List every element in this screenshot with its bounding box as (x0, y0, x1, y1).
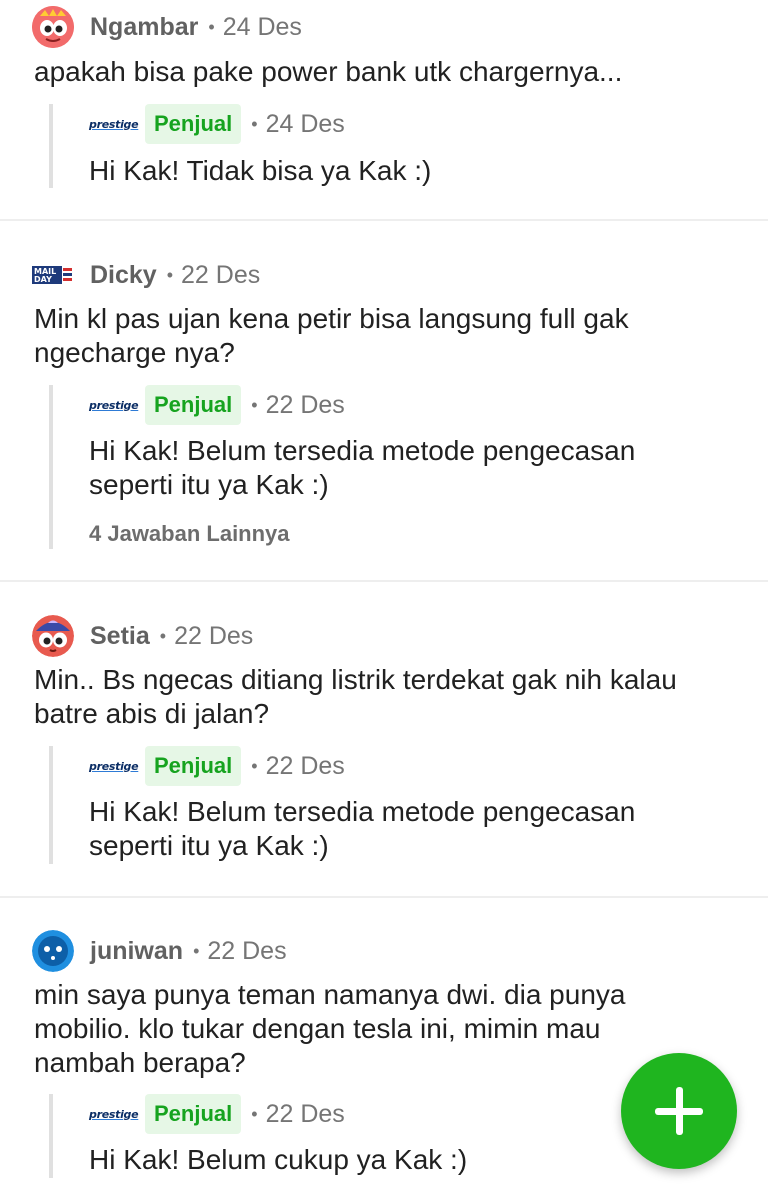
reply-text: Hi Kak! Belum tersedia metode pengecasan… (89, 796, 636, 861)
reply-header: prestige Penjual • 22 Des (89, 385, 345, 425)
comment-header: Ngambar • 24 Des (32, 2, 302, 52)
seller-reply: prestige Penjual • 24 Des Hi Kak! Tidak … (49, 104, 733, 188)
comment-header: juniwan • 22 Des (32, 926, 287, 976)
reply-text: Hi Kak! Tidak bisa ya Kak :) (89, 155, 432, 186)
comment-date: 22 Des (181, 260, 261, 289)
seller-badge: Penjual (145, 104, 242, 144)
separator-dot: • (251, 1103, 258, 1124)
separator-dot: • (208, 16, 215, 37)
reply-date: 22 Des (265, 751, 345, 780)
seller-badge: Penjual (145, 1094, 242, 1134)
add-discussion-button[interactable] (621, 1053, 737, 1169)
comment-header: MAIL DAY Dicky • 22 Des (32, 250, 260, 300)
question-text: min saya punya teman namanya dwi. dia pu… (34, 979, 626, 1078)
username[interactable]: Dicky (90, 261, 157, 290)
reply-text: Hi Kak! Belum cukup ya Kak :) (89, 1144, 468, 1175)
question-text: Min kl pas ujan kena petir bisa langsung… (34, 303, 629, 368)
separator-dot: • (159, 625, 167, 646)
prestige-logo-icon[interactable]: prestige (89, 399, 139, 412)
comment-date: 22 Des (207, 936, 287, 965)
separator-dot: • (251, 113, 258, 134)
question-text: Min.. Bs ngecas ditiang listrik terdekat… (34, 664, 677, 729)
seller-badge: Penjual (145, 746, 242, 786)
comment-date: 24 Des (222, 12, 302, 41)
comment-date: 22 Des (174, 621, 254, 650)
blue-face-avatar-icon[interactable] (32, 930, 74, 972)
separator-dot: • (251, 755, 258, 776)
reply-date: 24 Des (265, 109, 345, 138)
prestige-logo-icon[interactable]: prestige (89, 1108, 139, 1121)
reply-header: prestige Penjual • 22 Des (89, 1094, 345, 1134)
svg-text:DAY: DAY (34, 275, 52, 284)
separator-dot: • (193, 940, 200, 961)
thread-divider (0, 219, 768, 221)
question-text: apakah bisa pake power bank utk chargern… (34, 56, 623, 87)
red-face-avatar-icon[interactable] (32, 615, 74, 657)
reply-text: Hi Kak! Belum tersedia metode pengecasan… (89, 435, 636, 500)
reply-date: 22 Des (265, 390, 345, 419)
thread-divider (0, 896, 768, 898)
thread-divider (0, 580, 768, 582)
mail-day-avatar-icon[interactable]: MAIL DAY (32, 260, 74, 290)
seller-reply: prestige Penjual • 22 Des Hi Kak! Belum … (49, 385, 733, 549)
username[interactable]: juniwan (90, 937, 183, 966)
username[interactable]: Setia (90, 622, 150, 651)
prestige-logo-icon[interactable]: prestige (89, 760, 139, 773)
seller-reply: prestige Penjual • 22 Des Hi Kak! Belum … (49, 746, 733, 864)
username[interactable]: Ngambar (90, 13, 198, 42)
reply-header: prestige Penjual • 24 Des (89, 104, 345, 144)
separator-dot: • (166, 264, 174, 285)
separator-dot: • (251, 394, 258, 415)
prestige-logo-icon[interactable]: prestige (89, 118, 139, 131)
more-replies-link[interactable]: 4 Jawaban Lainnya (89, 521, 290, 547)
reply-header: prestige Penjual • 22 Des (89, 746, 345, 786)
comment-header: Setia • 22 Des (32, 611, 253, 661)
seller-badge: Penjual (145, 385, 242, 425)
reply-date: 22 Des (265, 1099, 345, 1128)
pink-face-avatar-icon[interactable] (32, 6, 74, 48)
